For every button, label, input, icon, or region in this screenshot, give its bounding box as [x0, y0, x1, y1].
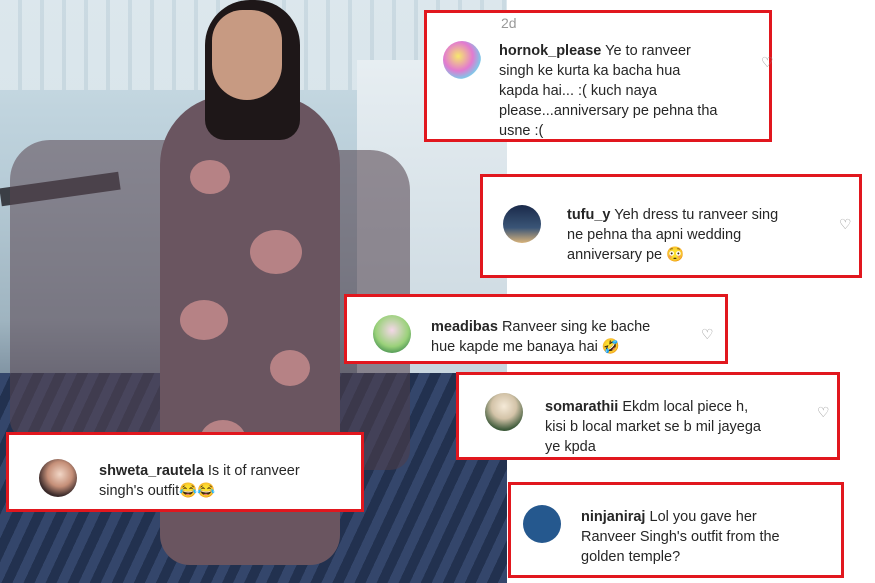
avatar[interactable] — [39, 459, 77, 497]
comment-timestamp: 2d — [501, 15, 517, 31]
comment-text-line: Ranveer sing ke bache — [501, 319, 651, 335]
comment-text-line: ye kpda — [545, 439, 596, 455]
heart-outline-icon[interactable]: ♡ — [817, 405, 831, 419]
comment-body: hornok_please Ye to ranveer singh ke kur… — [499, 41, 749, 141]
avatar[interactable] — [373, 315, 411, 353]
comment-text-line: Yeh dress tu ranveer sing — [614, 207, 779, 223]
comment-card: shweta_rautela Is it of ranveer singh's … — [6, 432, 364, 512]
comment-card: meadibas Ranveer sing ke bache hue kapde… — [344, 294, 728, 364]
comment-text-line: golden temple? — [581, 549, 681, 565]
comment-body: ninjaniraj Lol you gave her Ranveer Sing… — [581, 507, 841, 567]
comment-text-line: kisi b local market se b mil jayega — [545, 419, 761, 435]
comment-card: 2d hornok_please Ye to ranveer singh ke … — [424, 10, 775, 142]
comment-text-line: ne pehna tha apni wedding — [567, 227, 742, 243]
comment-body: tufu_y Yeh dress tu ranveer sing ne pehn… — [567, 205, 817, 265]
heart-outline-icon[interactable]: ♡ — [761, 55, 775, 69]
heart-outline-icon[interactable]: ♡ — [701, 327, 715, 341]
comment-text-line: Ranveer Singh's outfit from the — [581, 529, 780, 545]
comment-body: somarathii Ekdm local piece h, kisi b lo… — [545, 397, 825, 457]
comment-text-line: singh ke kurta ka bacha hua — [499, 63, 681, 79]
comment-username[interactable]: shweta_rautela — [99, 463, 204, 479]
comment-card: ninjaniraj Lol you gave her Ranveer Sing… — [508, 482, 844, 578]
comment-body: shweta_rautela Is it of ranveer singh's … — [99, 461, 339, 501]
comment-text-line: usne :( — [499, 123, 544, 139]
comment-text-line: anniversary pe 😳 — [567, 247, 685, 263]
comment-username[interactable]: tufu_y — [567, 207, 611, 223]
comment-text-line: Ekdm local piece h, — [622, 399, 749, 415]
comment-text-line: please...anniversary pe pehna tha — [499, 103, 718, 119]
comment-text-line: Ye to ranveer — [605, 43, 691, 59]
avatar[interactable] — [443, 41, 481, 79]
comment-username[interactable]: meadibas — [431, 319, 498, 335]
comment-username[interactable]: hornok_please — [499, 43, 601, 59]
comment-username[interactable]: somarathii — [545, 399, 618, 415]
heart-outline-icon[interactable]: ♡ — [839, 217, 853, 231]
comment-card: somarathii Ekdm local piece h, kisi b lo… — [456, 372, 840, 460]
comment-username[interactable]: ninjaniraj — [581, 509, 645, 525]
comment-text-line: kapda hai... :( kuch naya — [499, 83, 657, 99]
comment-body: meadibas Ranveer sing ke bache hue kapde… — [431, 317, 691, 357]
comment-card: tufu_y Yeh dress tu ranveer sing ne pehn… — [480, 174, 862, 278]
comment-text-line: singh's outfit😂😂 — [99, 483, 216, 499]
comment-text-line: hue kapde me banaya hai 🤣 — [431, 339, 620, 355]
avatar[interactable] — [485, 393, 523, 431]
comment-text-line: Is it of ranveer — [207, 463, 300, 479]
comment-text-line: Lol you gave her — [649, 509, 757, 525]
avatar[interactable] — [503, 205, 541, 243]
avatar[interactable] — [523, 505, 561, 543]
